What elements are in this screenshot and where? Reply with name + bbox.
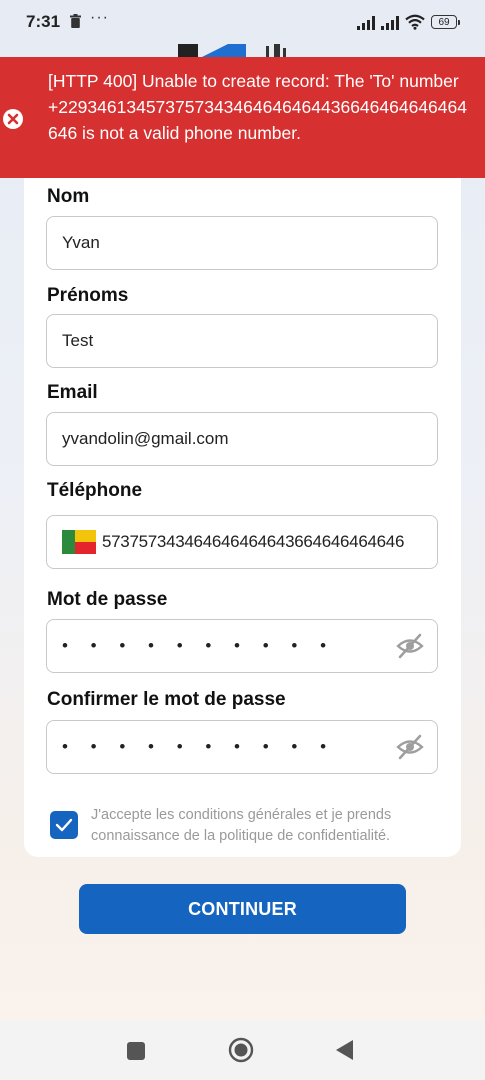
- benin-flag-icon[interactable]: [62, 530, 96, 554]
- terms-text: J'accepte les conditions générales et je…: [91, 807, 392, 844]
- confirm-password-label: Confirmer le mot de passe: [47, 689, 286, 710]
- wifi-icon: [405, 14, 425, 30]
- navigation-bar: [0, 1020, 485, 1080]
- signal-icon: [381, 15, 399, 30]
- email-input[interactable]: yvandolin@gmail.com: [46, 412, 438, 466]
- prenoms-label: Prénoms: [47, 285, 129, 306]
- status-more: ···: [90, 9, 109, 26]
- eye-off-icon[interactable]: [396, 734, 424, 760]
- confirm-password-input[interactable]: • • • • • • • • • •: [46, 720, 438, 774]
- password-value: • • • • • • • • • •: [62, 636, 336, 655]
- nom-value: Yvan: [62, 233, 100, 252]
- battery-icon: 69: [431, 15, 460, 29]
- status-bar: 7:31 ··· 69: [0, 0, 485, 44]
- signal-icon: [357, 15, 375, 30]
- logo-image: [178, 44, 286, 58]
- email-value: yvandolin@gmail.com: [62, 429, 229, 448]
- email-label: Email: [47, 382, 98, 403]
- check-icon: [55, 818, 73, 832]
- prenoms-input[interactable]: Test: [46, 314, 438, 368]
- nav-home-icon[interactable]: [228, 1037, 254, 1063]
- prenoms-value: Test: [62, 331, 94, 350]
- telephone-label: Téléphone: [47, 480, 143, 501]
- continue-button[interactable]: CONTINUER: [79, 884, 406, 934]
- terms-checkbox[interactable]: [50, 811, 78, 839]
- status-icons: 69: [357, 12, 460, 32]
- nav-back-icon[interactable]: [335, 1039, 355, 1061]
- nom-input[interactable]: Yvan: [46, 216, 438, 270]
- error-banner[interactable]: [HTTP 400] Unable to create record: The …: [0, 57, 485, 178]
- telephone-value: 573757343464646464643664646464646: [102, 532, 405, 551]
- trash-icon: [70, 14, 81, 28]
- password-input[interactable]: • • • • • • • • • •: [46, 619, 438, 673]
- nav-recents-icon[interactable]: [127, 1042, 145, 1060]
- nom-label: Nom: [47, 186, 90, 207]
- telephone-input[interactable]: 573757343464646464643664646464646: [46, 515, 438, 569]
- error-circle-icon[interactable]: [2, 108, 24, 130]
- error-message: [HTTP 400] Unable to create record: The …: [48, 71, 467, 143]
- status-time: 7:31: [26, 12, 61, 31]
- confirm-password-value: • • • • • • • • • •: [62, 737, 336, 756]
- password-label: Mot de passe: [47, 589, 168, 610]
- eye-off-icon[interactable]: [396, 633, 424, 659]
